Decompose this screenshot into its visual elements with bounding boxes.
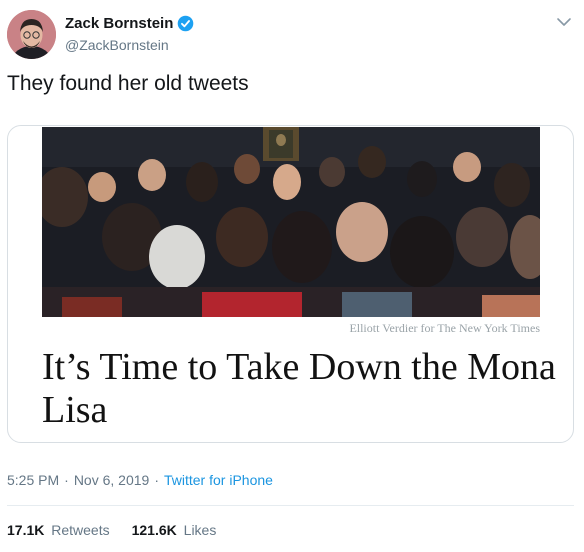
photo-credit: Elliott Verdier for The New York Times	[349, 321, 540, 335]
meta-separator: ·	[64, 472, 69, 488]
author-handle[interactable]: @ZackBornstein	[65, 37, 169, 53]
article-photo	[42, 127, 540, 317]
tweet-header: Zack Bornstein @ZackBornstein	[0, 0, 584, 66]
link-card[interactable]: Elliott Verdier for The New York Times I…	[7, 125, 574, 443]
likes-count: 121.6K	[131, 522, 177, 538]
tweet-text: They found her old tweets	[7, 72, 249, 95]
tweet-date[interactable]: Nov 6, 2019	[74, 472, 150, 488]
tweet-source-link[interactable]: Twitter for iPhone	[164, 472, 273, 488]
author-display-name[interactable]: Zack Bornstein	[65, 15, 173, 32]
avatar[interactable]	[7, 10, 56, 59]
meta-separator: ·	[154, 472, 159, 488]
chevron-down-icon[interactable]	[556, 16, 572, 28]
likes-stat[interactable]: 121.6K Likes	[132, 522, 217, 538]
retweets-count: 17.1K	[7, 522, 45, 538]
verified-badge-icon	[178, 15, 194, 32]
divider	[7, 505, 574, 506]
retweets-stat[interactable]: 17.1K Retweets	[7, 522, 110, 538]
article-headline[interactable]: It’s Time to Take Down the Mona Lisa	[42, 346, 562, 432]
author-name-row[interactable]: Zack Bornstein	[65, 15, 194, 32]
likes-label: Likes	[183, 522, 217, 538]
tweet-time[interactable]: 5:25 PM	[7, 472, 59, 488]
tweet-stats: 17.1K Retweets 121.6K Likes	[7, 522, 238, 538]
tweet-meta: 5:25 PM · Nov 6, 2019 · Twitter for iPho…	[7, 472, 273, 488]
retweets-label: Retweets	[51, 522, 110, 538]
